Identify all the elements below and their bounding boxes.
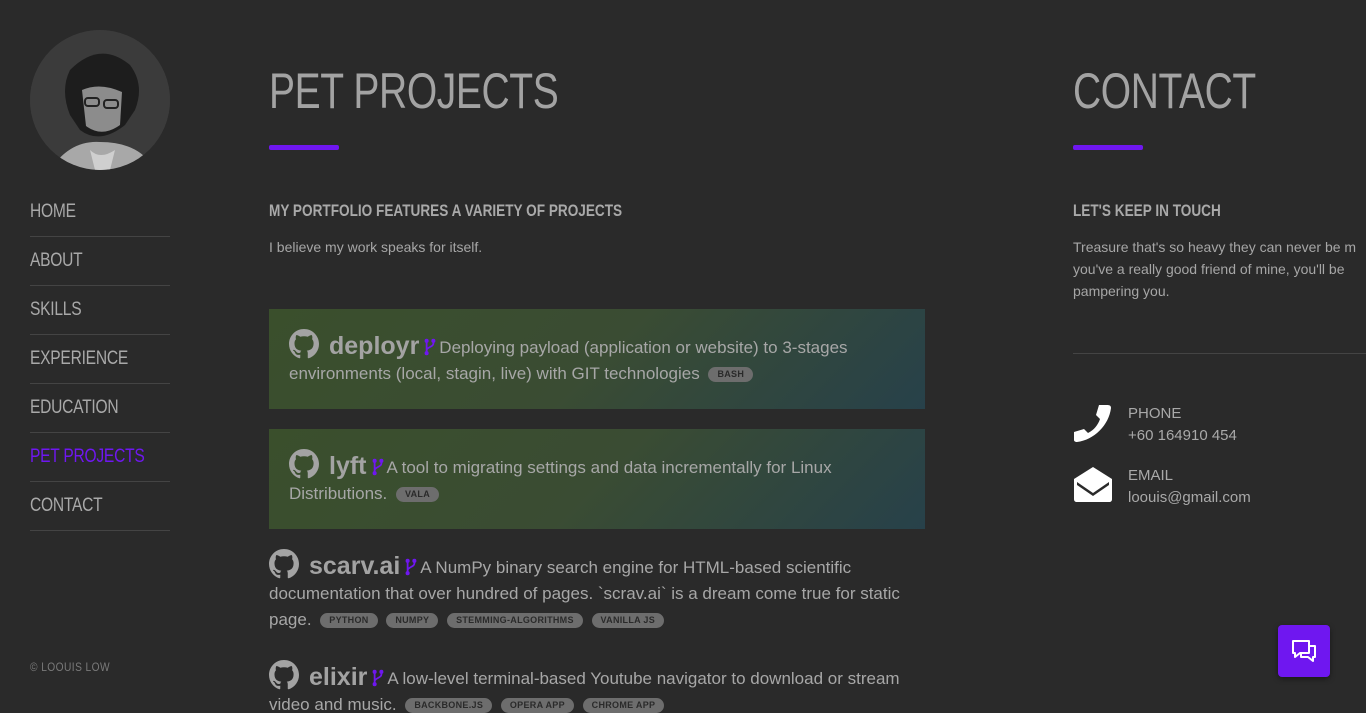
tag-opera-app: OPERA APP bbox=[500, 698, 574, 713]
fork-icon bbox=[405, 558, 417, 576]
tag-python: PYTHON bbox=[320, 613, 378, 628]
chat-icon bbox=[1292, 640, 1316, 662]
projects-title: PET PROJECTS bbox=[269, 63, 559, 119]
copyright: © LOOUIS LOW bbox=[30, 660, 111, 674]
project-description: A tool to migrating settings and data in… bbox=[386, 458, 832, 477]
tag-numpy: NUMPY bbox=[386, 613, 439, 628]
phone-label: PHONE bbox=[1128, 405, 1182, 422]
fork-icon bbox=[372, 458, 383, 476]
tag-backbone-js: BACKBONE.JS bbox=[405, 698, 493, 713]
project-name[interactable]: elixir bbox=[309, 663, 367, 691]
contact-text-line: Treasure that's so heavy they can never … bbox=[1073, 239, 1357, 255]
nav-item-skills[interactable]: SKILLS bbox=[30, 286, 170, 335]
github-icon[interactable] bbox=[289, 329, 319, 359]
nav-item-experience[interactable]: EXPERIENCE bbox=[30, 335, 170, 384]
nav-item-home[interactable]: HOME bbox=[30, 188, 170, 237]
tag-chrome-app: CHROME APP bbox=[582, 698, 665, 713]
project-name[interactable]: lyft bbox=[329, 452, 367, 480]
email-value[interactable]: loouis@gmail.com bbox=[1128, 487, 1251, 509]
projects-subtitle: MY PORTFOLIO FEATURES A VARIETY OF PROJE… bbox=[269, 201, 623, 220]
github-icon[interactable] bbox=[269, 660, 299, 690]
project-description: Deploying payload (application or websit… bbox=[439, 338, 848, 357]
fork-icon bbox=[372, 669, 384, 687]
project-description: A NumPy binary search engine for HTML-ba… bbox=[420, 558, 852, 577]
nav-item-about[interactable]: ABOUT bbox=[30, 237, 170, 286]
tag-vanilla-js: VANILLA JS bbox=[591, 613, 665, 628]
projects-intro: I believe my work speaks for itself. bbox=[269, 239, 483, 255]
project-description: A low-level terminal-based Youtube navig… bbox=[387, 669, 900, 688]
project-description-end: page. bbox=[269, 610, 312, 629]
project-description-cont: environments (local, stagin, live) with … bbox=[289, 364, 700, 383]
project-name[interactable]: scarv.ai bbox=[309, 552, 400, 580]
github-icon[interactable] bbox=[289, 449, 319, 479]
project-card-lyft: lyft A tool to migrating settings and dat… bbox=[269, 429, 925, 529]
main-nav: HOME ABOUT SKILLS EXPERIENCE EDUCATION P… bbox=[30, 188, 170, 531]
chat-button[interactable] bbox=[1278, 625, 1330, 677]
contact-email: EMAIL loouis@gmail.com bbox=[1073, 465, 1251, 509]
sidebar: HOME ABOUT SKILLS EXPERIENCE EDUCATION P… bbox=[30, 30, 170, 713]
email-label: EMAIL bbox=[1128, 467, 1174, 484]
project-card-scarv-ai: scarv.ai A NumPy binary search engine for… bbox=[269, 549, 925, 633]
contact-title: CONTACT bbox=[1073, 63, 1256, 119]
tag-bash: BASH bbox=[708, 367, 754, 382]
tag-vala: VALA bbox=[396, 487, 440, 502]
projects-title-underline bbox=[269, 145, 339, 150]
nav-item-contact[interactable]: CONTACT bbox=[30, 482, 170, 531]
avatar bbox=[30, 30, 170, 170]
contact-text-line: pampering you. bbox=[1073, 283, 1170, 299]
fork-icon bbox=[424, 338, 436, 356]
github-icon[interactable] bbox=[269, 549, 299, 579]
nav-item-education[interactable]: EDUCATION bbox=[30, 384, 170, 433]
project-card-elixir: elixir A low-level terminal-based Youtube… bbox=[269, 660, 925, 713]
contact-text: Treasure that's so heavy they can never … bbox=[1073, 236, 1366, 302]
project-description-cont: documentation that over hundred of pages… bbox=[269, 584, 900, 603]
project-description-cont: video and music. bbox=[269, 695, 397, 713]
phone-icon bbox=[1074, 405, 1111, 442]
contact-text-line: you've a really good friend of mine, you… bbox=[1073, 261, 1345, 277]
project-name[interactable]: deployr bbox=[329, 332, 419, 360]
contact-phone: PHONE +60 164910 454 bbox=[1073, 403, 1237, 447]
tag-stemming-algorithms: STEMMING-ALGORITHMS bbox=[447, 613, 583, 628]
project-description-cont: Distributions. bbox=[289, 484, 388, 503]
envelope-icon bbox=[1074, 467, 1112, 502]
phone-value[interactable]: +60 164910 454 bbox=[1128, 425, 1237, 447]
contact-subtitle: LET'S KEEP IN TOUCH bbox=[1073, 201, 1221, 220]
nav-item-pet-projects[interactable]: PET PROJECTS bbox=[30, 433, 170, 482]
contact-divider bbox=[1073, 353, 1366, 354]
project-card-deployr: deployr Deploying payload (application or… bbox=[269, 309, 925, 409]
contact-title-underline bbox=[1073, 145, 1143, 150]
